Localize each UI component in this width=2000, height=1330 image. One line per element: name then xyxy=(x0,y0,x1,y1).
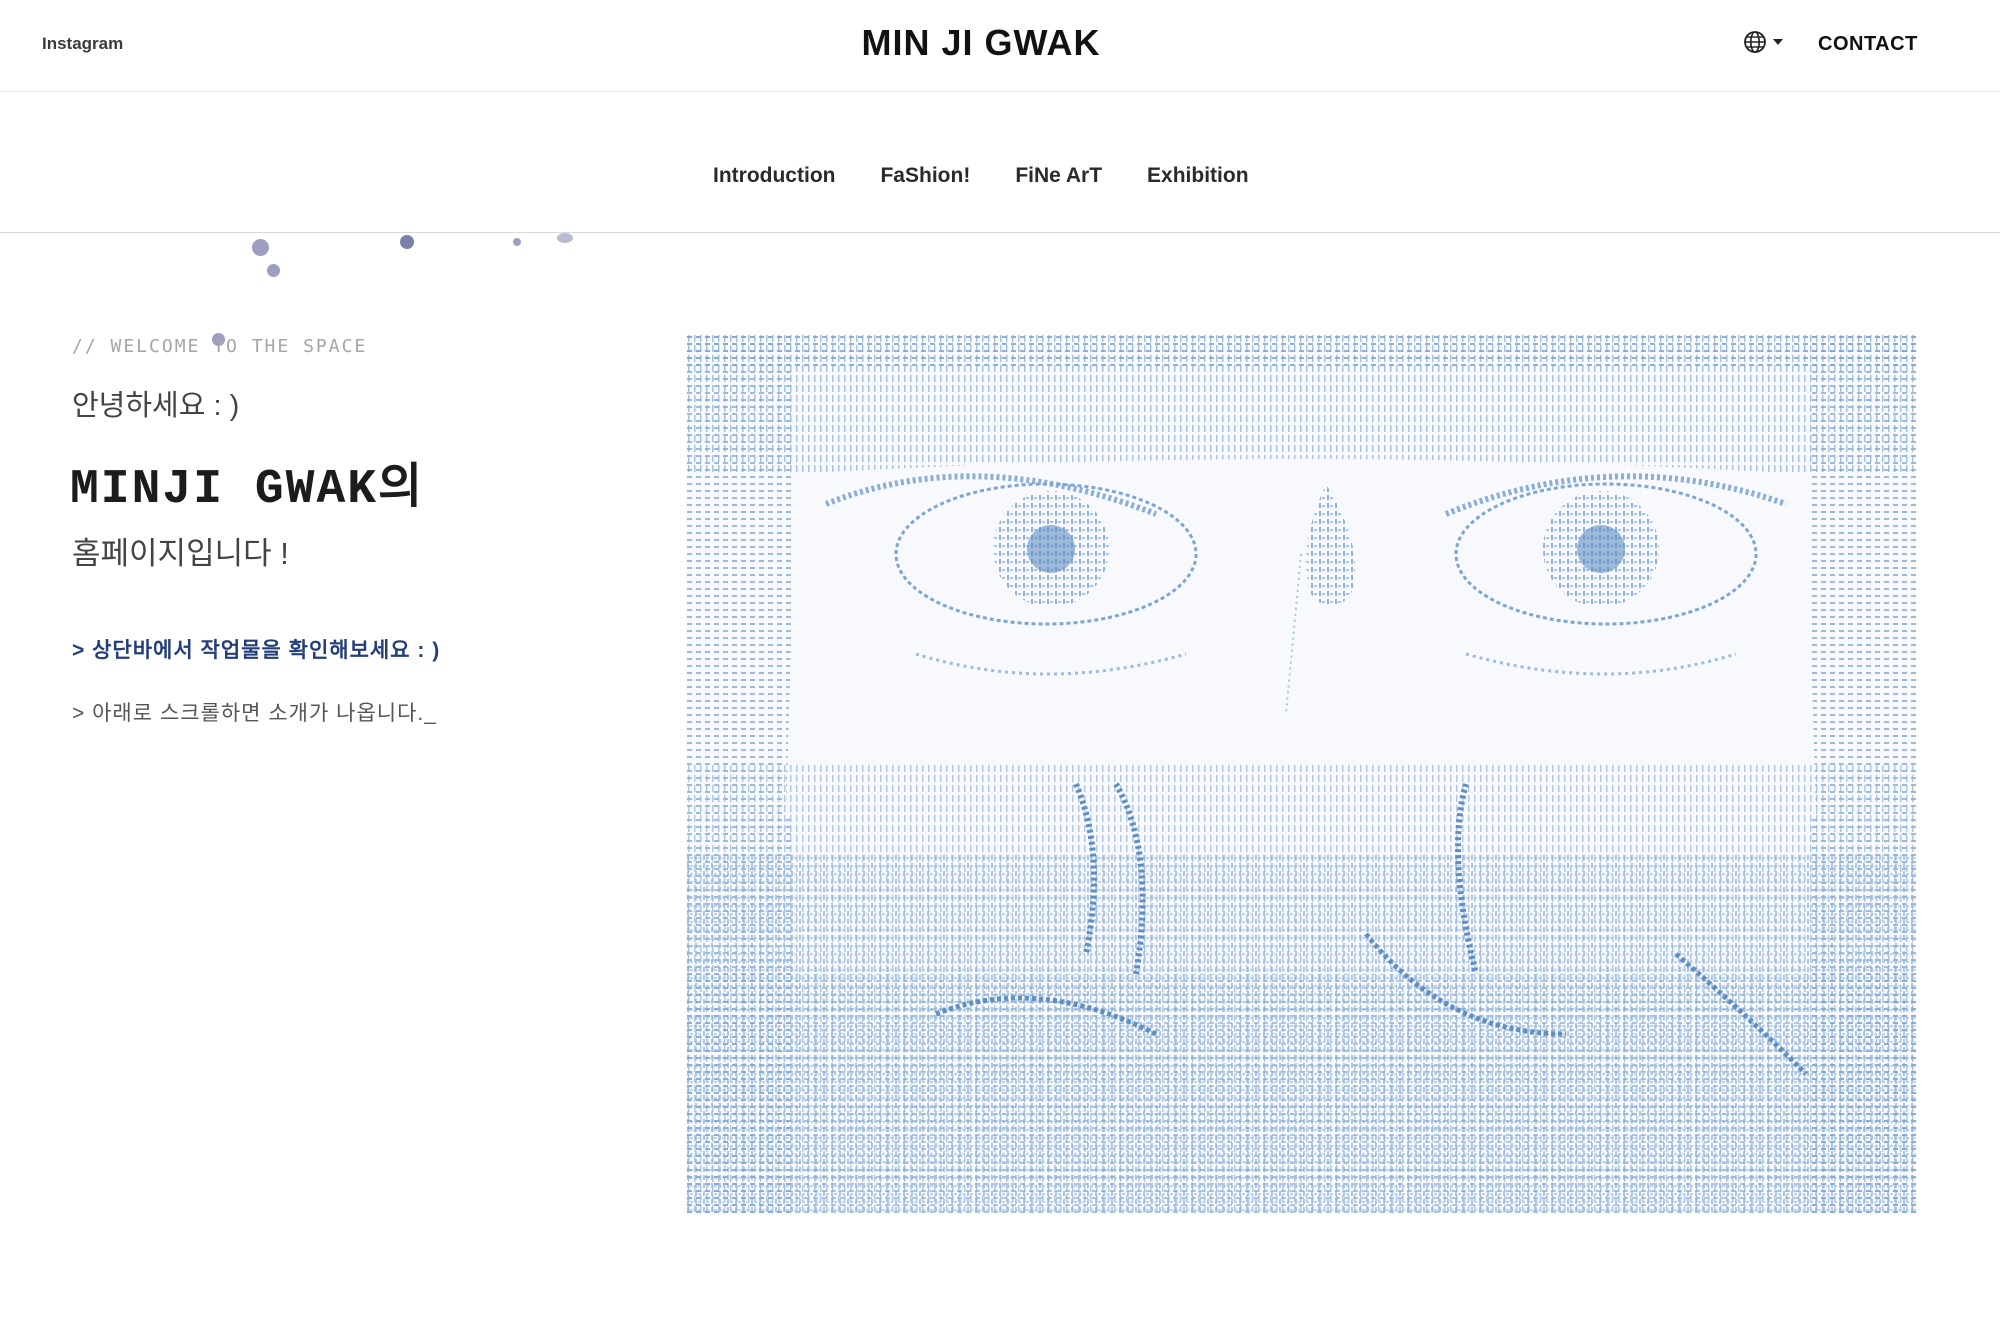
greeting-text: 안녕하세요 : ) xyxy=(72,390,240,422)
decor-dot xyxy=(557,233,573,243)
hint-top-bar: > 상단바에서 작업물을 확인해보세요 : ) xyxy=(72,639,441,662)
decor-dot xyxy=(252,239,269,256)
menu-items: Introduction FaShion! FiNe ArT Exhibitio… xyxy=(713,164,1249,188)
welcome-caption: // WELCOME TO THE SPACE xyxy=(72,336,368,357)
contact-link[interactable]: CONTACT xyxy=(1818,33,1918,56)
main-menu: Introduction FaShion! FiNe ArT Exhibitio… xyxy=(0,92,2000,233)
top-header: Instagram MIN JI GWAK CONTACT xyxy=(0,0,2000,92)
name-heading: MINJI GWAK의 xyxy=(70,463,425,517)
ascii-art-eyes-image xyxy=(686,334,1916,1214)
menu-item-fine-art[interactable]: FiNe ArT xyxy=(1015,164,1102,188)
decor-dot xyxy=(400,235,414,249)
menu-item-fashion[interactable]: FaShion! xyxy=(880,164,970,188)
ascii-art-canvas xyxy=(686,334,1916,1214)
menu-item-exhibition[interactable]: Exhibition xyxy=(1147,164,1249,188)
decor-dot xyxy=(267,264,280,277)
decor-dot xyxy=(513,238,521,246)
language-selector[interactable] xyxy=(1743,30,1783,54)
chevron-down-icon xyxy=(1773,39,1783,45)
hint-scroll: > 아래로 스크롤하면 소개가 나옵니다._ xyxy=(72,702,437,725)
globe-icon xyxy=(1744,31,1766,53)
menu-item-introduction[interactable]: Introduction xyxy=(713,164,835,188)
site-title[interactable]: MIN JI GWAK xyxy=(0,22,1962,64)
homepage-text: 홈페이지입니다 ! xyxy=(72,536,289,571)
